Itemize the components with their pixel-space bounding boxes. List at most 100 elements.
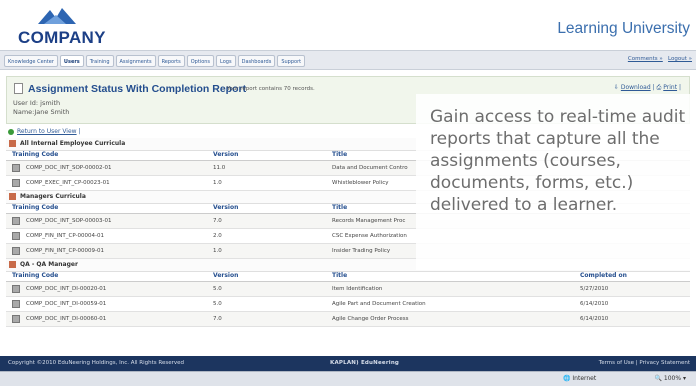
report-count: - Your report contains 70 records. bbox=[223, 86, 315, 92]
logout-link[interactable]: Logout » bbox=[668, 56, 692, 62]
column-header[interactable]: Title bbox=[332, 204, 347, 211]
main-nav: Knowledge Center Users Training Assignments… bbox=[0, 50, 696, 70]
version: 1.0 bbox=[213, 180, 222, 186]
training-code-text: COMP_FIN_INT_CP-00004-01 bbox=[26, 233, 104, 239]
column-header[interactable]: Version bbox=[213, 204, 238, 211]
curriculum-icon bbox=[9, 193, 16, 200]
tab-knowledge-center[interactable]: Knowledge Center bbox=[4, 55, 58, 67]
version: 11.0 bbox=[213, 165, 226, 171]
company-logo[interactable]: COMPANY bbox=[16, 6, 106, 47]
training-code: COMP_DOC_INT_SOP-00002-01 bbox=[12, 161, 111, 175]
column-header[interactable]: Training Code bbox=[12, 151, 58, 158]
training-code: COMP_DOC_INT_DI-00020-01 bbox=[12, 282, 106, 296]
document-icon bbox=[12, 284, 20, 293]
copyright: Copyright ©2010 EduNeering Holdings, Inc… bbox=[8, 360, 184, 366]
document-icon bbox=[12, 216, 20, 225]
completed-on: 5/27/2010 bbox=[580, 286, 609, 292]
column-header[interactable]: Training Code bbox=[12, 204, 58, 211]
internet-label: Internet bbox=[572, 375, 597, 382]
nav-tabs: Knowledge Center Users Training Assignments… bbox=[4, 55, 306, 67]
browser-statusbar: 🌐 Internet 🔍 100% ▾ bbox=[0, 371, 696, 386]
title: Whistleblower Policy bbox=[332, 180, 389, 186]
title: CSC Expense Authorization bbox=[332, 233, 407, 239]
comments-link[interactable]: Comments » bbox=[628, 56, 663, 62]
tab-users[interactable]: Users bbox=[59, 55, 84, 67]
version: 5.0 bbox=[213, 286, 222, 292]
version: 7.0 bbox=[213, 316, 222, 322]
title: Agile Change Order Process bbox=[332, 316, 409, 322]
title: Agile Part and Document Creation bbox=[332, 301, 426, 307]
tab-assignments[interactable]: Assignments bbox=[115, 55, 156, 67]
top-bar: COMPANY Learning University bbox=[0, 0, 696, 50]
tab-support[interactable]: Support bbox=[277, 55, 306, 67]
curriculum-icon bbox=[9, 261, 16, 268]
footer: Copyright ©2010 EduNeering Holdings, Inc… bbox=[0, 356, 696, 371]
logo-mark-icon bbox=[38, 8, 76, 24]
version: 7.0 bbox=[213, 218, 222, 224]
report-title: Assignment Status With Completion Report bbox=[28, 83, 247, 95]
report-icon bbox=[14, 83, 23, 94]
training-code: COMP_DOC_INT_DI-00059-01 bbox=[12, 297, 106, 311]
training-code-text: COMP_DOC_INT_SOP-00003-01 bbox=[26, 218, 112, 224]
return-to-user-view[interactable]: Return to User View | bbox=[8, 128, 81, 135]
column-header[interactable]: Version bbox=[213, 272, 238, 279]
tab-dashboards[interactable]: Dashboards bbox=[237, 55, 276, 67]
tab-training[interactable]: Training bbox=[85, 55, 114, 67]
table-row[interactable]: COMP_DOC_INT_DI-00020-01 5.0 Item Identifi… bbox=[6, 282, 690, 297]
training-code: COMP_FIN_INT_CP-00009-01 bbox=[12, 244, 104, 258]
column-header[interactable]: Title bbox=[332, 151, 347, 158]
column-header[interactable]: Version bbox=[213, 151, 238, 158]
title: Item Identification bbox=[332, 286, 383, 292]
site-title: Learning University bbox=[557, 20, 690, 37]
download-link[interactable]: Download bbox=[621, 84, 651, 91]
footer-brand: KAPLAN) EduNeering bbox=[330, 360, 400, 366]
user-name: Name:Jane Smith bbox=[13, 108, 70, 116]
training-code: COMP_DOC_INT_SOP-00003-01 bbox=[12, 214, 111, 228]
zoom-level[interactable]: 🔍 100% ▾ bbox=[655, 372, 686, 386]
version: 5.0 bbox=[213, 301, 222, 307]
training-code-text: COMP_DOC_INT_SOP-00002-01 bbox=[26, 165, 112, 171]
training-code-text: COMP_EXEC_INT_CP-00023-01 bbox=[26, 180, 110, 186]
training-code: COMP_FIN_INT_CP-00004-01 bbox=[12, 229, 104, 243]
version: 2.0 bbox=[213, 233, 222, 239]
column-header[interactable]: Completed on bbox=[580, 272, 627, 279]
logo-text: COMPANY bbox=[18, 28, 106, 47]
completed-on: 6/14/2010 bbox=[580, 301, 609, 307]
nav-links: Comments » Logout » bbox=[628, 56, 692, 62]
tab-reports[interactable]: Reports bbox=[157, 55, 185, 67]
internet-zone: 🌐 Internet bbox=[563, 375, 597, 382]
return-link-label: Return to User View bbox=[17, 128, 77, 135]
document-icon bbox=[12, 246, 20, 255]
caption-text: Gain access to real-time audit reports t… bbox=[430, 107, 686, 215]
column-header[interactable]: Training Code bbox=[12, 272, 58, 279]
completed-on: 6/14/2010 bbox=[580, 316, 609, 322]
training-code: COMP_EXEC_INT_CP-00023-01 bbox=[12, 176, 110, 190]
table-row[interactable]: COMP_DOC_INT_DI-00060-01 7.0 Agile Change … bbox=[6, 312, 690, 327]
document-icon bbox=[12, 299, 20, 308]
title: Insider Trading Policy bbox=[332, 248, 391, 254]
training-code-text: COMP_FIN_INT_CP-00009-01 bbox=[26, 248, 104, 254]
tab-options[interactable]: Options bbox=[186, 55, 215, 67]
document-icon bbox=[12, 163, 20, 172]
table-header: Training Code Version Title Completed on bbox=[6, 272, 690, 282]
training-code-text: COMP_DOC_INT_DI-00059-01 bbox=[26, 301, 107, 307]
version: 1.0 bbox=[213, 248, 222, 254]
zoom-value: 100% bbox=[663, 375, 682, 382]
print-icon: ⎙ bbox=[656, 84, 662, 91]
training-code-text: COMP_DOC_INT_DI-00020-01 bbox=[26, 286, 107, 292]
document-icon bbox=[12, 231, 20, 240]
curriculum-icon bbox=[9, 140, 16, 147]
training-code: COMP_DOC_INT_DI-00060-01 bbox=[12, 312, 106, 326]
column-header[interactable]: Title bbox=[332, 272, 347, 279]
section-title: Managers Curricula bbox=[20, 193, 86, 200]
section-title: All Internal Employee Curricula bbox=[20, 140, 126, 147]
user-id: User Id: jsmith bbox=[13, 99, 61, 107]
footer-links[interactable]: Terms of Use | Privacy Statement bbox=[599, 356, 690, 371]
table-row[interactable]: COMP_DOC_INT_DI-00059-01 5.0 Agile Part an… bbox=[6, 297, 690, 312]
document-icon bbox=[12, 314, 20, 323]
title: Data and Document Contro bbox=[332, 165, 408, 171]
download-icon: ⇩ bbox=[613, 84, 619, 91]
print-link[interactable]: Print bbox=[663, 84, 677, 91]
tab-logs[interactable]: Logs bbox=[216, 55, 236, 67]
document-icon bbox=[12, 178, 20, 187]
